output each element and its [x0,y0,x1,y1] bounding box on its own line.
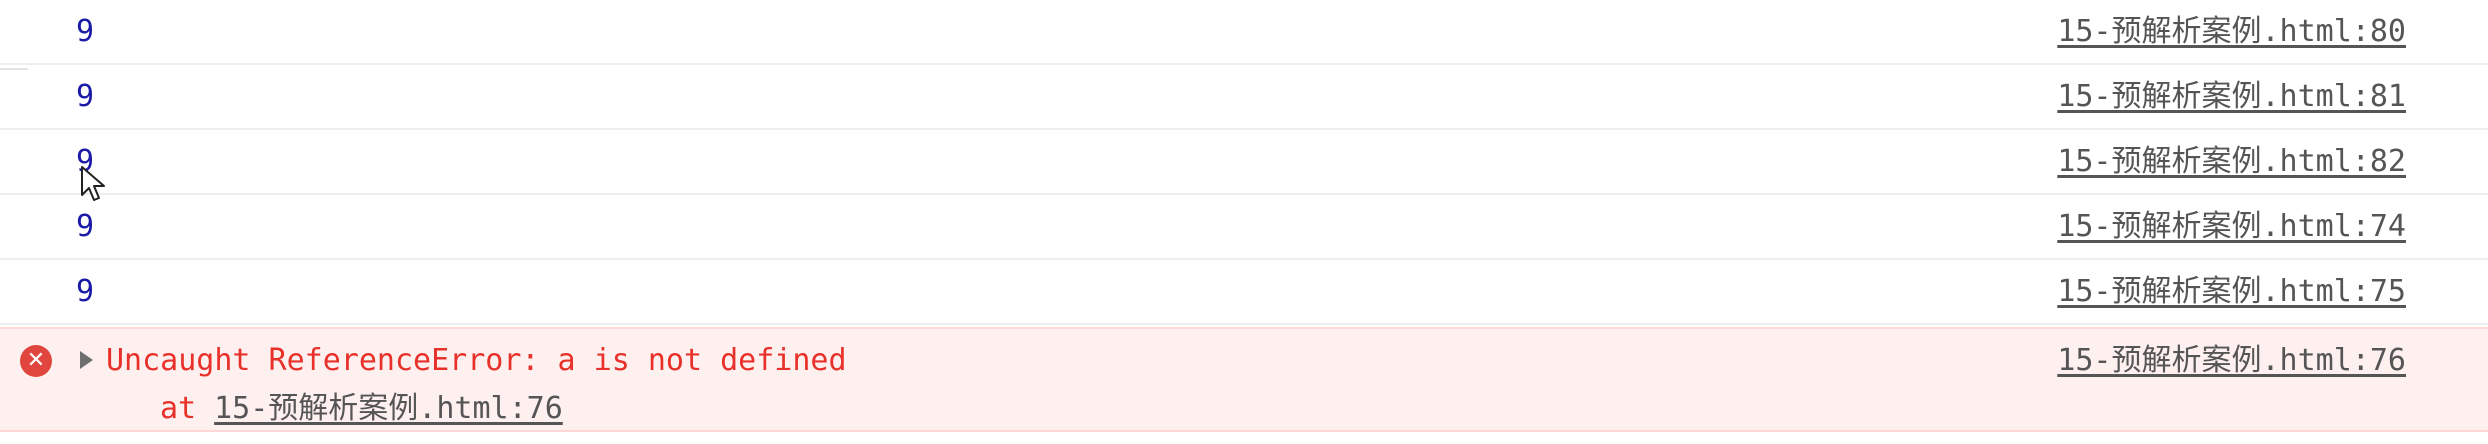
expand-triangle-icon[interactable] [80,351,93,369]
console-panel: 9 15-预解析案例.html:80 9 15-预解析案例.html:81 9 … [0,0,2488,444]
log-value: 9 [76,14,95,49]
source-link[interactable]: 15-预解析案例.html:80 [2057,12,2406,52]
stack-trace-line: at 15-预解析案例.html:76 [160,389,563,429]
log-value: 9 [76,209,95,244]
source-link[interactable]: 15-预解析案例.html:75 [2057,272,2406,312]
source-link[interactable]: 15-预解析案例.html:74 [2057,207,2406,247]
console-log-row: 9 15-预解析案例.html:75 [0,260,2488,325]
log-value: 9 [76,274,95,309]
console-log-row: 9 15-预解析案例.html:81 [0,65,2488,130]
error-circle-icon: ✕ [20,345,52,377]
stack-prefix: at [160,391,197,426]
source-link[interactable]: 15-预解析案例.html:76 [2057,341,2406,381]
stack-source-link[interactable]: 15-预解析案例.html:76 [214,391,563,426]
error-message: Uncaught ReferenceError: a is not define… [106,343,847,378]
console-error-row: ✕ Uncaught ReferenceError: a is not defi… [0,327,2488,432]
console-log-row: 9 15-预解析案例.html:74 [0,195,2488,260]
source-link[interactable]: 15-预解析案例.html:81 [2057,77,2406,117]
console-log-row: 9 15-预解析案例.html:80 [0,0,2488,65]
console-log-row: 9 15-预解析案例.html:82 [0,130,2488,195]
source-link[interactable]: 15-预解析案例.html:82 [2057,142,2406,182]
mouse-pointer-icon [81,166,105,201]
log-value: 9 [76,79,95,114]
